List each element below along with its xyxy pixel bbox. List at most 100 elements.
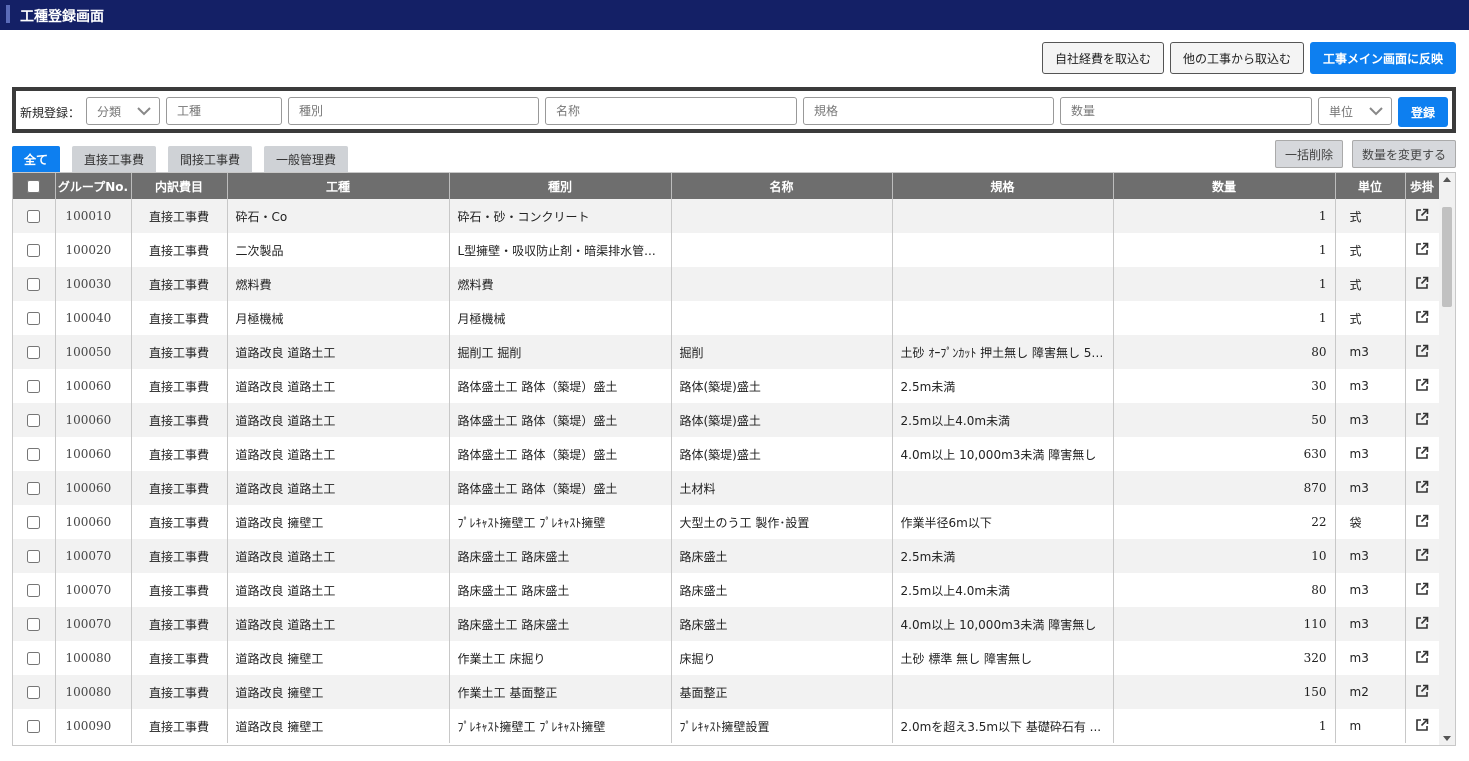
open-external-icon[interactable] xyxy=(1415,446,1429,463)
row-checkbox[interactable] xyxy=(27,584,41,597)
open-external-icon[interactable] xyxy=(1415,242,1429,259)
table-row[interactable]: 100090 直接工事費 道路改良 擁壁工 ﾌﾟﾚｷｬｽﾄ擁壁工 ﾌﾟﾚｷｬｽﾄ擁壁ﾌ… xyxy=(13,709,1440,743)
cell-spec xyxy=(892,233,1114,267)
cell-bukake xyxy=(1405,607,1440,641)
cell-bukake xyxy=(1405,403,1440,437)
row-checkbox[interactable] xyxy=(27,210,41,223)
reflect-main-button[interactable]: 工事メイン画面に反映 xyxy=(1310,42,1456,74)
row-checkbox[interactable] xyxy=(27,346,41,359)
column-header-koushu[interactable]: 工種 xyxy=(227,173,450,199)
row-checkbox[interactable] xyxy=(27,720,41,733)
unit-select[interactable]: 単位 xyxy=(1318,97,1392,125)
import-other-project-button[interactable]: 他の工事から取込む xyxy=(1170,42,1304,74)
kikaku-input[interactable] xyxy=(803,97,1054,125)
table-row[interactable]: 100040 直接工事費 月極機械 月極機械 1 式 xyxy=(13,301,1440,335)
column-header-name[interactable]: 名称 xyxy=(671,173,893,199)
open-external-icon[interactable] xyxy=(1415,276,1429,293)
table-row[interactable]: 100030 直接工事費 燃料費 燃料費 1 式 xyxy=(13,267,1440,301)
cell-name: 路体(築堤)盛土 xyxy=(671,369,893,403)
cell-koushu: 道路改良 擁壁工 xyxy=(227,675,450,709)
cell-shubetsu: 作業土工 床掘り xyxy=(449,641,672,675)
row-select-cell xyxy=(13,573,56,607)
open-external-icon[interactable] xyxy=(1415,718,1429,735)
row-checkbox[interactable] xyxy=(27,244,41,257)
table-row[interactable]: 100080 直接工事費 道路改良 擁壁工 作業土工 基面整正 基面整正 150 m2 xyxy=(13,675,1440,709)
cell-spec: 2.0mを超え3.5m以下 基礎砕石有 ... xyxy=(892,709,1114,743)
table-row[interactable]: 100070 直接工事費 道路改良 道路土工 路床盛土工 路床盛土 路床盛土 2.5m以上… xyxy=(13,573,1440,607)
open-external-icon[interactable] xyxy=(1415,514,1429,531)
open-external-icon[interactable] xyxy=(1415,412,1429,429)
table-row[interactable]: 100080 直接工事費 道路改良 擁壁工 作業土工 床掘り 床掘り 土砂 標準 無し 障… xyxy=(13,641,1440,675)
row-checkbox[interactable] xyxy=(27,686,41,699)
scroll-up-arrow-icon[interactable] xyxy=(1443,177,1451,182)
cell-koushu: 砕石・Co xyxy=(227,199,450,233)
table-row[interactable]: 100060 直接工事費 道路改良 擁壁工 ﾌﾟﾚｷｬｽﾄ擁壁工 ﾌﾟﾚｷｬｽﾄ擁壁大… xyxy=(13,505,1440,539)
column-header-group[interactable]: グループNo. xyxy=(55,173,132,199)
koushu-input[interactable] xyxy=(166,97,282,125)
open-external-icon[interactable] xyxy=(1415,616,1429,633)
column-header-shubetsu[interactable]: 種別 xyxy=(449,173,672,199)
cell-shubetsu: 砕石・砂・コンクリート xyxy=(449,199,672,233)
open-external-icon[interactable] xyxy=(1415,684,1429,701)
table-row[interactable]: 100060 直接工事費 道路改良 道路土工 路体盛土工 路体（築堤）盛土 路体(築堤)… xyxy=(13,437,1440,471)
cell-category: 直接工事費 xyxy=(131,233,228,267)
table-row[interactable]: 100070 直接工事費 道路改良 道路土工 路床盛土工 路床盛土 路床盛土 4.0m以上… xyxy=(13,607,1440,641)
select-all-checkbox[interactable] xyxy=(27,180,41,193)
table-row[interactable]: 100060 直接工事費 道路改良 道路土工 路体盛土工 路体（築堤）盛土 土材料 870… xyxy=(13,471,1440,505)
tab-direct-cost[interactable]: 直接工事費 xyxy=(72,146,156,172)
table-row[interactable]: 100010 直接工事費 砕石・Co 砕石・砂・コンクリート 1 式 xyxy=(13,199,1440,233)
tab-general-admin[interactable]: 一般管理費 xyxy=(264,146,348,172)
register-button[interactable]: 登録 xyxy=(1398,97,1448,127)
open-external-icon[interactable] xyxy=(1415,480,1429,497)
register-label: 新規登録： xyxy=(20,106,81,120)
row-checkbox[interactable] xyxy=(27,482,41,495)
open-external-icon[interactable] xyxy=(1415,378,1429,395)
open-external-icon[interactable] xyxy=(1415,208,1429,225)
row-checkbox[interactable] xyxy=(27,414,41,427)
table-row[interactable]: 100050 直接工事費 道路改良 道路土工 掘削工 掘削 掘削 土砂 ｵｰﾌﾟﾝｶｯﾄ … xyxy=(13,335,1440,369)
scroll-down-arrow-icon[interactable] xyxy=(1443,736,1451,741)
cell-bukake xyxy=(1405,437,1440,471)
row-checkbox[interactable] xyxy=(27,550,41,563)
cell-bukake xyxy=(1405,505,1440,539)
open-external-icon[interactable] xyxy=(1415,310,1429,327)
row-checkbox[interactable] xyxy=(27,618,41,631)
column-header-unit[interactable]: 単位 xyxy=(1335,173,1406,199)
column-header-quantity[interactable]: 数量 xyxy=(1113,173,1336,199)
cell-bukake xyxy=(1405,199,1440,233)
table-row[interactable]: 100070 直接工事費 道路改良 道路土工 路床盛土工 路床盛土 路床盛土 2.5m未満… xyxy=(13,539,1440,573)
cell-group-no: 100040 xyxy=(55,301,132,335)
open-external-icon[interactable] xyxy=(1415,548,1429,565)
cell-unit: m3 xyxy=(1335,641,1406,675)
cell-unit: 袋 xyxy=(1335,505,1406,539)
bulk-delete-button[interactable]: 一括削除 xyxy=(1275,140,1343,168)
row-checkbox[interactable] xyxy=(27,278,41,291)
table-row[interactable]: 100060 直接工事費 道路改良 道路土工 路体盛土工 路体（築堤）盛土 路体(築堤)… xyxy=(13,369,1440,403)
category-select[interactable]: 分類 xyxy=(86,97,160,125)
open-external-icon[interactable] xyxy=(1415,582,1429,599)
name-input[interactable] xyxy=(545,97,797,125)
cell-group-no: 100060 xyxy=(55,403,132,437)
cell-bukake xyxy=(1405,471,1440,505)
table-scrollbar[interactable] xyxy=(1439,173,1455,745)
column-header-category[interactable]: 内訳費目 xyxy=(131,173,228,199)
row-checkbox[interactable] xyxy=(27,652,41,665)
open-external-icon[interactable] xyxy=(1415,344,1429,361)
row-checkbox[interactable] xyxy=(27,380,41,393)
table-row[interactable]: 100060 直接工事費 道路改良 道路土工 路体盛土工 路体（築堤）盛土 路体(築堤)… xyxy=(13,403,1440,437)
tab-all[interactable]: 全て xyxy=(12,146,60,172)
cell-bukake xyxy=(1405,709,1440,743)
open-external-icon[interactable] xyxy=(1415,650,1429,667)
import-own-expense-button[interactable]: 自社経費を取込む xyxy=(1042,42,1164,74)
quantity-input[interactable] xyxy=(1060,97,1312,125)
column-header-bukake[interactable]: 歩掛 xyxy=(1405,173,1440,199)
column-header-spec[interactable]: 規格 xyxy=(892,173,1114,199)
row-checkbox[interactable] xyxy=(27,448,41,461)
row-checkbox[interactable] xyxy=(27,312,41,325)
scroll-thumb[interactable] xyxy=(1442,207,1452,307)
row-checkbox[interactable] xyxy=(27,516,41,529)
shubetsu-input[interactable] xyxy=(288,97,539,125)
table-row[interactable]: 100020 直接工事費 二次製品 L型擁壁・吸収防止剤・暗渠排水管... 1 式 xyxy=(13,233,1440,267)
tab-indirect-cost[interactable]: 間接工事費 xyxy=(168,146,252,172)
change-quantity-button[interactable]: 数量を変更する xyxy=(1352,140,1456,168)
